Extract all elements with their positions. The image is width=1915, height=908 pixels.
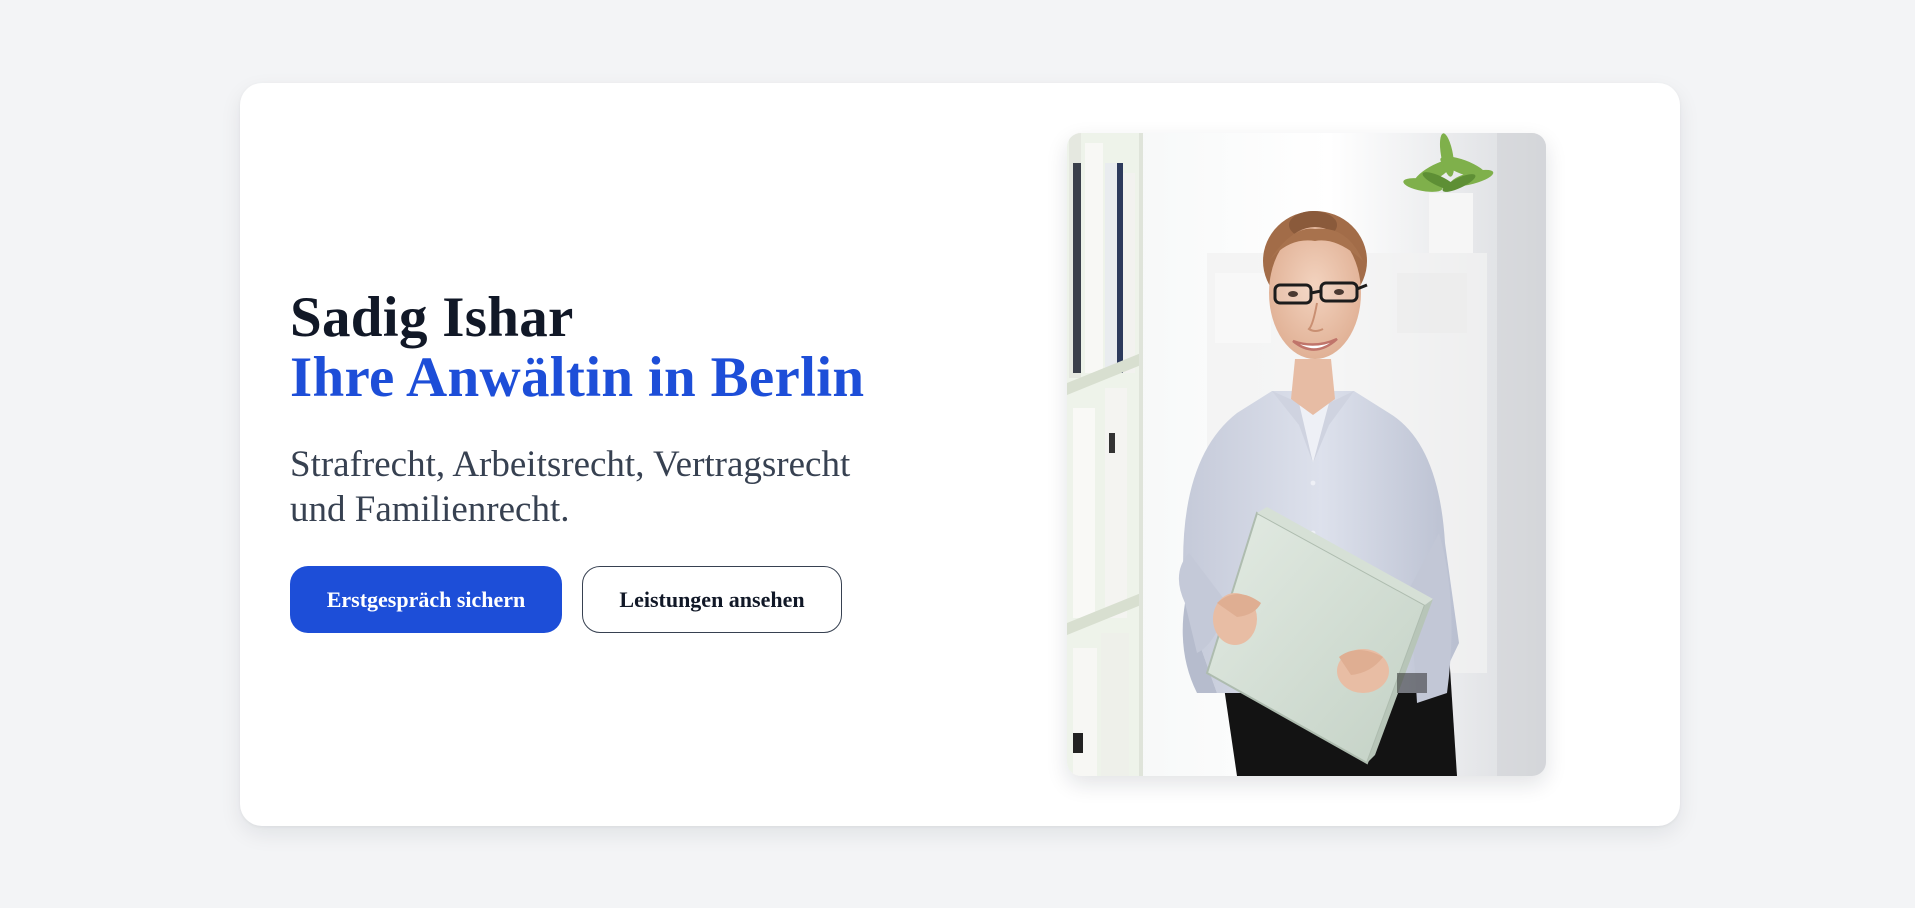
hero-tagline: Ihre Anwältin in Berlin [290,346,865,409]
hero-actions: Erstgespräch sichern Leistungen ansehen [290,566,910,633]
portrait-illustration [1067,133,1546,776]
hero-text: Sadig Ishar Ihre Anwältin in Berlin Stra… [290,288,910,633]
view-services-button[interactable]: Leistungen ansehen [582,566,842,633]
hero-headline: Sadig Ishar Ihre Anwältin in Berlin [290,288,910,408]
hero-card: Sadig Ishar Ihre Anwältin in Berlin Stra… [240,83,1680,826]
lawyer-portrait-photo [1067,133,1546,776]
practice-areas-text: Strafrecht, Arbeitsrecht, Vertragsrecht … [290,444,851,530]
lawyer-name: Sadig Ishar [290,286,574,349]
book-consultation-button[interactable]: Erstgespräch sichern [290,566,562,633]
